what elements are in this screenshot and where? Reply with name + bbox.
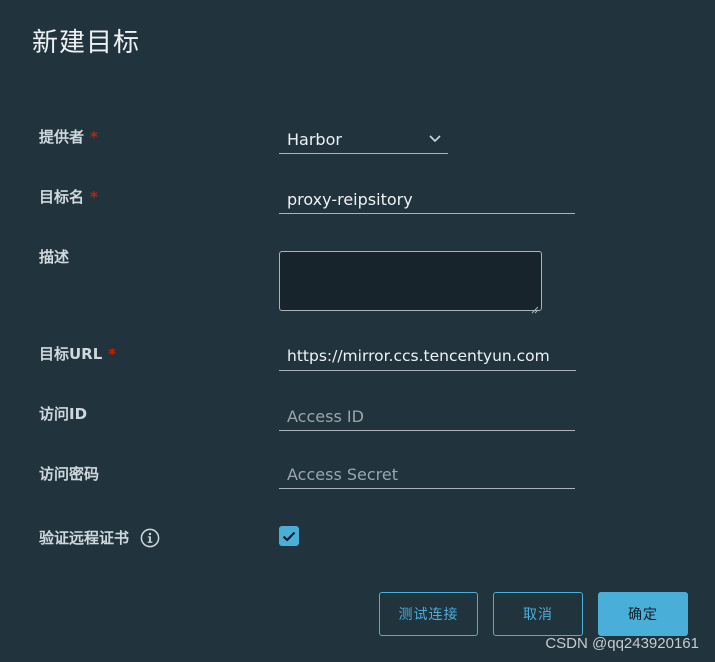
- cancel-button[interactable]: 取消: [493, 592, 583, 636]
- test-connection-button[interactable]: 测试连接: [379, 592, 478, 636]
- access-id-field-wrap: [279, 402, 575, 431]
- target-name-field-wrap: [279, 185, 575, 214]
- chevron-down-icon: [428, 132, 442, 146]
- access-id-label: 访问ID: [39, 405, 88, 423]
- confirm-button[interactable]: 确定: [598, 592, 688, 636]
- dialog-title: 新建目标: [32, 28, 141, 58]
- target-url-label: 目标URL *: [39, 344, 116, 364]
- new-target-dialog: 新建目标 提供者 * Harbor 目标名 * 描述 目标URL * 访问ID 访问密…: [0, 0, 715, 662]
- target-url-label-text: 目标URL: [39, 345, 103, 363]
- access-secret-field-wrap: [279, 460, 575, 489]
- provider-select[interactable]: Harbor: [279, 125, 448, 154]
- required-mark: *: [90, 188, 98, 206]
- verify-cert-checkbox[interactable]: [279, 526, 299, 546]
- provider-label-text: 提供者: [39, 128, 85, 146]
- provider-label: 提供者 *: [39, 127, 98, 147]
- description-label: 描述: [39, 248, 70, 266]
- verify-cert-label-text: 验证远程证书: [39, 529, 130, 547]
- provider-select-value: Harbor: [287, 129, 342, 149]
- target-name-label-text: 目标名: [39, 188, 85, 206]
- access-secret-label: 访问密码: [39, 465, 100, 483]
- resize-grip-icon[interactable]: [530, 299, 539, 314]
- target-url-input[interactable]: [279, 343, 576, 369]
- description-textarea[interactable]: [279, 251, 542, 314]
- info-circle-icon[interactable]: [140, 528, 160, 548]
- watermark: CSDN @qq243920161: [545, 635, 699, 652]
- required-mark: *: [108, 345, 117, 363]
- access-secret-input[interactable]: [279, 461, 575, 487]
- verify-cert-label: 验证远程证书: [39, 528, 160, 549]
- check-icon: [282, 531, 296, 542]
- access-id-input[interactable]: [279, 403, 575, 429]
- target-name-input[interactable]: [279, 186, 575, 212]
- target-name-label: 目标名 *: [39, 187, 98, 207]
- target-url-field-wrap: [279, 342, 576, 371]
- required-mark: *: [90, 128, 98, 146]
